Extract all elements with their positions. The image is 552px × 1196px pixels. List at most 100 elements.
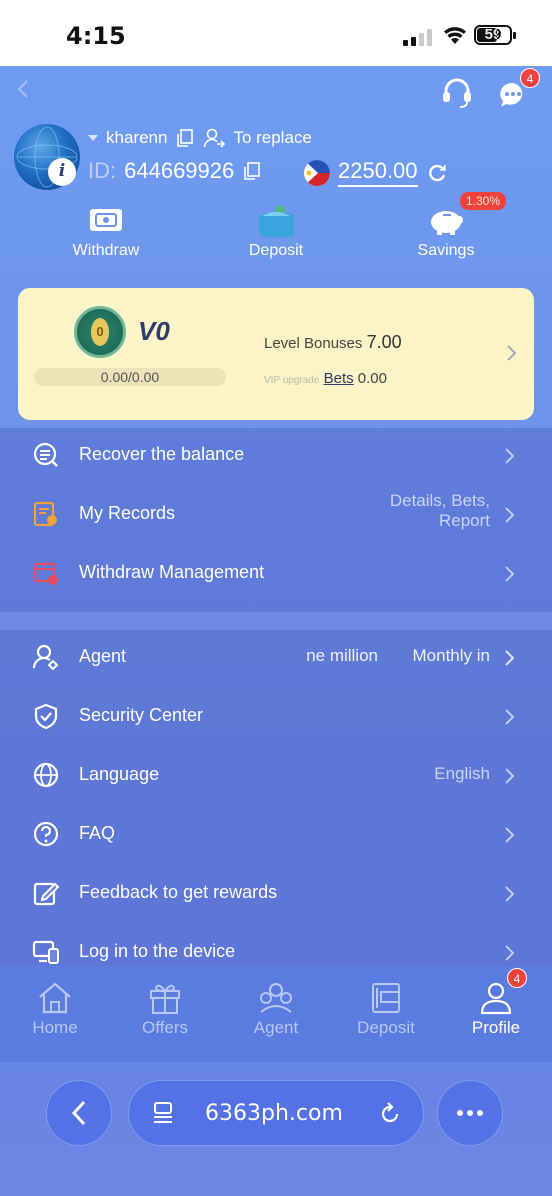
menu-feedback[interactable]: Feedback to get rewards xyxy=(0,866,552,922)
user-id-row: ID: 644669926 xyxy=(88,158,262,184)
profile-badge: 4 xyxy=(507,968,527,988)
copy-id-icon[interactable] xyxy=(242,161,262,181)
user-id: 644669926 xyxy=(124,158,235,183)
reload-icon[interactable] xyxy=(377,1101,403,1127)
more-dots-icon xyxy=(457,1110,483,1116)
menu-label: Feedback to get rewards xyxy=(79,882,278,902)
tab-offers-label: Offers xyxy=(142,1018,188,1037)
chevron-right-icon xyxy=(505,507,515,523)
reader-mode-icon[interactable] xyxy=(151,1101,175,1127)
refresh-balance-icon[interactable] xyxy=(426,162,448,184)
browser-back-button[interactable] xyxy=(46,1080,112,1146)
language-value: English xyxy=(434,764,490,783)
savings-button[interactable]: Savings xyxy=(386,204,506,260)
vip-progress-bar: 0.00/0.00 xyxy=(34,368,226,386)
menu-recover-balance[interactable]: Recover the balance xyxy=(0,428,552,484)
caret-down-icon[interactable] xyxy=(88,135,98,141)
customer-support-icon[interactable] xyxy=(440,76,474,110)
cellular-signal-icon xyxy=(403,28,432,46)
level-bonuses-label: Level Bonuses xyxy=(264,335,363,352)
menu-label: FAQ xyxy=(79,823,116,843)
menu-label: Agent xyxy=(79,646,127,666)
menu-language[interactable]: Language English xyxy=(0,748,552,804)
vip-bets: VIP upgrade Bets 0.00 xyxy=(264,370,387,387)
records-hint-line1: Details, Bets, xyxy=(389,491,490,510)
menu-my-records[interactable]: My Records Details, Bets, Report xyxy=(0,487,552,543)
balance-row: 2250.00 xyxy=(304,158,448,187)
chevron-right-icon xyxy=(505,768,515,784)
wallet-balance: 2250.00 xyxy=(338,158,418,187)
tab-profile-label: Profile xyxy=(471,1018,521,1037)
home-icon xyxy=(39,982,71,1014)
chevron-right-icon xyxy=(505,886,515,902)
battery-level: 59 xyxy=(484,26,502,43)
savings-label: Savings xyxy=(417,242,475,259)
copy-icon[interactable] xyxy=(175,128,195,148)
menu-label: My Records xyxy=(79,503,176,523)
tab-profile[interactable]: Profile 4 xyxy=(441,968,551,1038)
menu-withdraw-management[interactable]: Withdraw Management xyxy=(0,546,552,602)
piggy-bank-icon xyxy=(431,211,463,235)
chevron-right-icon xyxy=(505,709,515,725)
agent-group-icon xyxy=(260,983,292,1013)
recover-balance-icon xyxy=(33,442,58,467)
status-bar: 4:15 59 xyxy=(0,0,552,66)
chevron-right-icon xyxy=(505,945,515,961)
tab-deposit[interactable]: Deposit xyxy=(331,980,441,1038)
savings-rate-badge: 1.30% xyxy=(460,192,507,210)
wallet-icon xyxy=(372,983,400,1013)
vip-card[interactable]: 0 V0 0.00/0.00 Level Bonuses 7.00 VIP up… xyxy=(18,288,534,420)
back-arrow-icon[interactable] xyxy=(14,78,32,100)
menu-label: Log in to the device xyxy=(79,941,236,961)
menu-group-account: Agent ne million Monthly in Security Cen… xyxy=(0,630,552,970)
agent-hint: Monthly in xyxy=(412,646,490,665)
level-bonuses-value: 7.00 xyxy=(366,332,402,352)
deposit-button[interactable]: Deposit xyxy=(216,204,336,260)
vip-level: V0 xyxy=(138,316,170,346)
shield-icon xyxy=(34,703,58,730)
bets-value: 0.00 xyxy=(357,370,387,387)
chevron-right-icon xyxy=(505,566,515,582)
chevron-right-icon xyxy=(505,448,515,464)
profile-screen: 4 i kharenn To replace ID: 644669926 225… xyxy=(0,66,552,1196)
menu-group-finance: Recover the balance My Records Details, … xyxy=(0,428,552,612)
chevron-right-icon xyxy=(507,345,517,361)
chevron-right-icon xyxy=(505,827,515,843)
messages-button[interactable]: 4 xyxy=(494,68,540,112)
vip-medal-digit: 0 xyxy=(91,318,109,346)
vip-medal-icon: 0 xyxy=(74,306,126,358)
address-bar[interactable]: 6363ph.com xyxy=(128,1080,424,1146)
philippines-flag-icon xyxy=(304,159,330,186)
devices-icon xyxy=(32,940,59,964)
menu-label: Language xyxy=(79,764,160,784)
status-time: 4:15 xyxy=(66,22,126,50)
menu-label: Recover the balance xyxy=(79,444,245,464)
tab-offers[interactable]: Offers xyxy=(110,980,220,1038)
browser-more-button[interactable] xyxy=(437,1080,503,1146)
deposit-label: Deposit xyxy=(248,242,304,259)
replace-account-link[interactable]: To replace xyxy=(233,128,311,148)
menu-faq[interactable]: FAQ xyxy=(0,807,552,863)
browser-toolbar: 6363ph.com xyxy=(0,1062,552,1196)
deposit-wallet-icon xyxy=(259,205,294,237)
edit-pencil-icon xyxy=(33,882,60,906)
bets-label[interactable]: Bets xyxy=(324,370,354,387)
tab-agent-label: Agent xyxy=(253,1018,299,1037)
menu-agent[interactable]: Agent ne million Monthly in xyxy=(0,630,552,686)
menu-label: Withdraw Management xyxy=(79,562,265,582)
tab-agent[interactable]: Agent xyxy=(221,980,331,1038)
chevron-left-icon xyxy=(71,1100,86,1126)
tab-home[interactable]: Home xyxy=(0,980,110,1038)
records-hint-line2: Report xyxy=(438,511,490,530)
edit-avatar-icon[interactable]: i xyxy=(48,158,76,186)
menu-security-center[interactable]: Security Center xyxy=(0,689,552,745)
switch-user-icon[interactable] xyxy=(203,127,226,149)
id-label: ID: xyxy=(88,158,117,183)
globe-icon xyxy=(33,762,59,788)
bottom-tab-bar: Home Offers Agent Deposit Profile 4 xyxy=(0,966,552,1062)
question-circle-icon xyxy=(33,821,59,847)
wifi-icon xyxy=(444,27,466,44)
withdraw-button[interactable]: Withdraw xyxy=(46,204,166,260)
tab-home-label: Home xyxy=(32,1018,78,1037)
username: kharenn xyxy=(106,128,168,147)
